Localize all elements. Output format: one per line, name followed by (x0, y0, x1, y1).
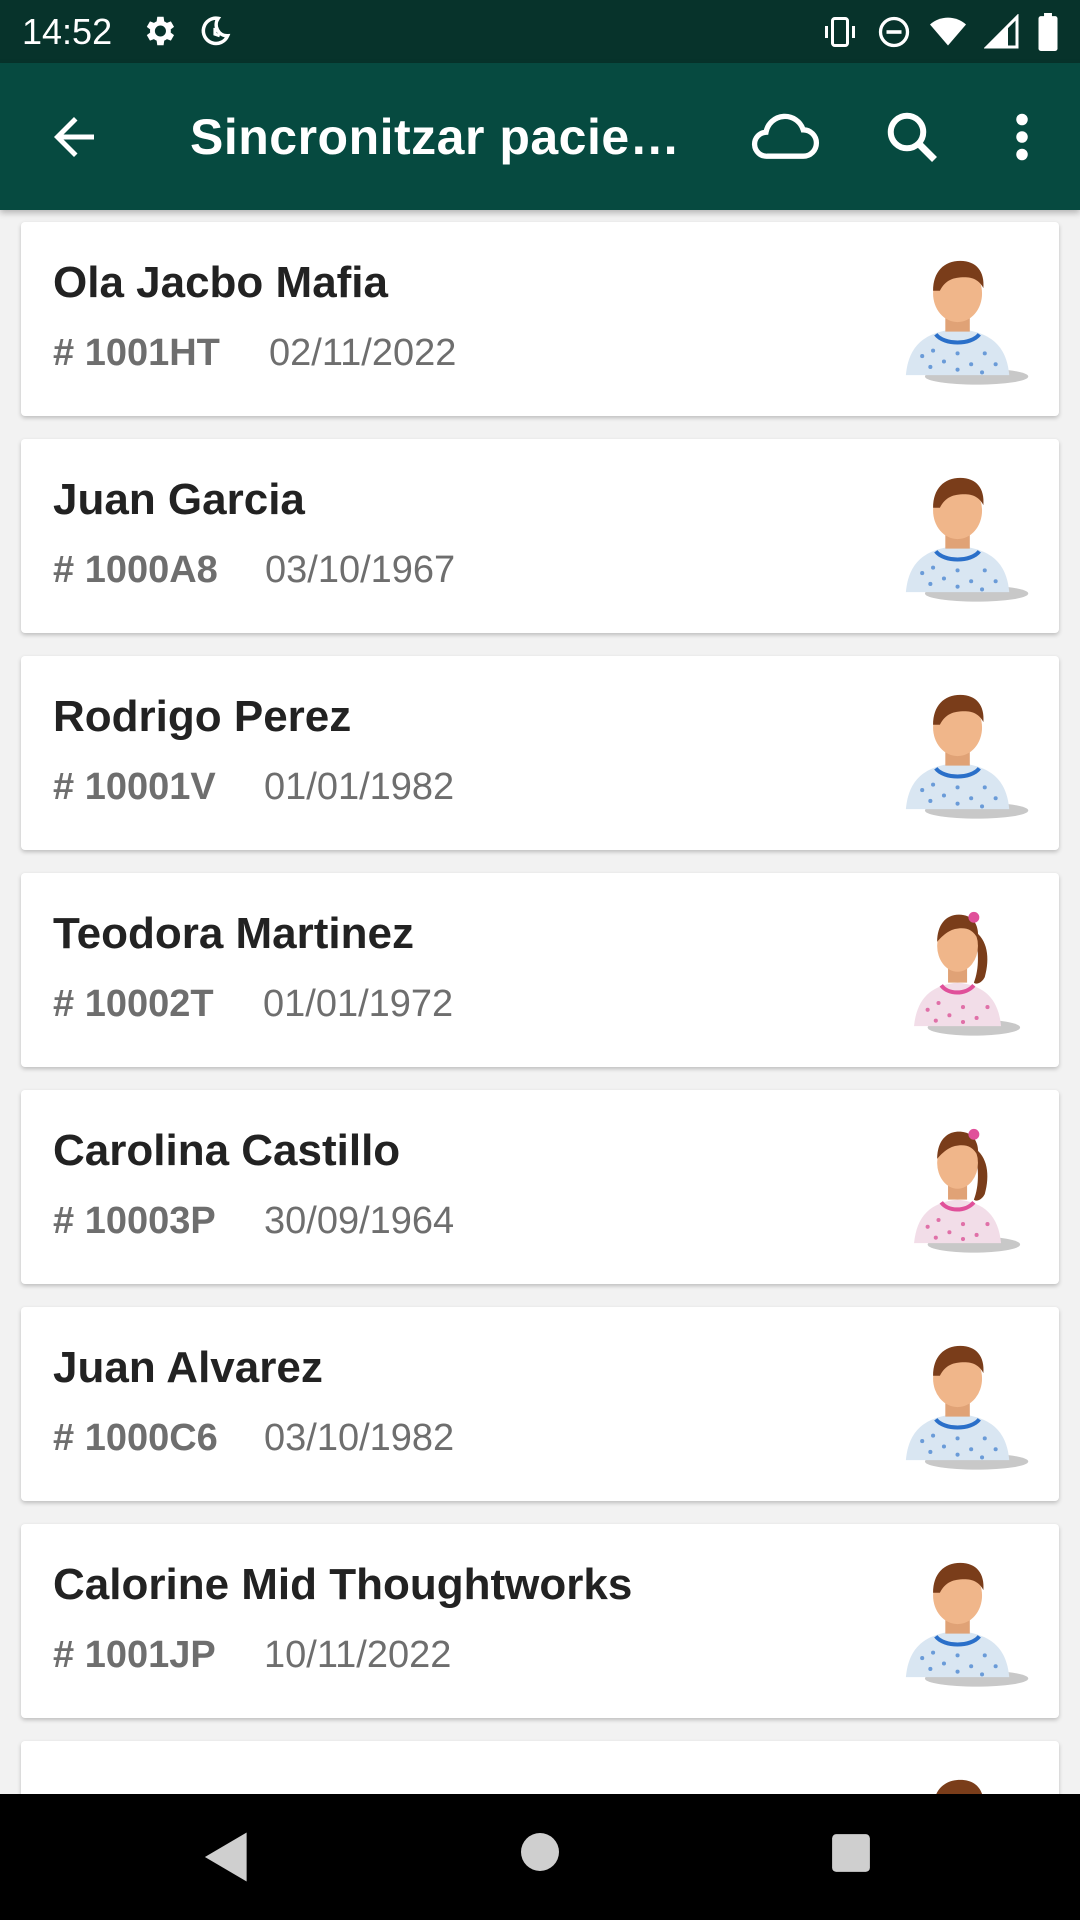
patient-date: 10/11/2022 (264, 1634, 452, 1676)
patient-name: Teodora Martinez (53, 909, 415, 958)
male-patient-icon (895, 250, 1031, 386)
patient-name: Calorine Mid Thoughtworks (53, 1560, 633, 1609)
patient-code: # 1001JP (53, 1634, 216, 1676)
nav-home-icon[interactable] (520, 1832, 560, 1872)
more-vertical-icon[interactable] (1000, 107, 1044, 167)
nav-back-icon[interactable] (202, 1830, 252, 1884)
signal-icon (984, 14, 1020, 50)
patient-name: Juan Garcia (53, 475, 305, 524)
female-patient-icon (895, 901, 1031, 1037)
patient-name: Ola Jacbo Mafia (53, 258, 389, 307)
status-time: 14:52 (22, 11, 113, 52)
patient-name: Carolina Castillo (53, 1126, 401, 1175)
nav-recents-icon[interactable] (830, 1832, 872, 1874)
male-patient-icon (895, 1335, 1031, 1471)
patient-date: 03/10/1982 (264, 1417, 455, 1459)
female-patient-icon (895, 1118, 1031, 1254)
patient-card[interactable]: Rodrigo Perez # 10001V 01/01/1982 (21, 656, 1059, 850)
patient-code: # 10002T (53, 983, 214, 1025)
male-patient-icon (895, 1552, 1031, 1688)
status-bar: 14:52 (0, 0, 1080, 63)
battery-icon (1036, 13, 1060, 51)
patient-name: Rodrigo Perez (53, 692, 352, 741)
patient-code: # 1000A8 (53, 549, 218, 591)
patient-code: # 10003P (53, 1200, 216, 1242)
do-not-disturb-icon (876, 14, 912, 50)
patient-date: 02/11/2022 (269, 332, 457, 374)
patient-date: 03/10/1967 (265, 549, 456, 591)
patient-card[interactable]: Teodora Martinez # 10002T 01/01/1972 (21, 873, 1059, 1067)
patient-card[interactable]: Carolina Castillo # 10003P 30/09/1964 (21, 1090, 1059, 1284)
male-patient-icon (895, 684, 1031, 820)
male-patient-icon (895, 1769, 1031, 1794)
patient-code: # 1000C6 (53, 1417, 218, 1459)
patient-list[interactable]: Ola Jacbo Mafia # 1001HT 02/11/2022 Juan… (0, 210, 1080, 1794)
back-arrow-icon[interactable] (44, 107, 104, 167)
patient-code: # 1001HT (53, 332, 220, 374)
page-title: Sincronitzar pacien… (190, 109, 710, 165)
patient-card[interactable]: Calorine Mid Thoughtworks # 1001JP 10/11… (21, 1524, 1059, 1718)
patient-card[interactable]: Juan Garcia # 1000A8 03/10/1967 (21, 439, 1059, 633)
vibrate-icon (820, 14, 860, 50)
patient-card[interactable]: Ola Jacbo Mafia # 1001HT 02/11/2022 (21, 222, 1059, 416)
search-icon[interactable] (882, 107, 942, 167)
app-bar: Sincronitzar pacien… (0, 63, 1080, 210)
patient-date: 01/01/1982 (264, 766, 455, 808)
system-nav-bar (0, 1794, 1080, 1920)
patient-code: # 10001V (53, 766, 216, 808)
patient-card[interactable] (21, 1741, 1059, 1794)
wifi-icon (928, 14, 968, 50)
male-patient-icon (895, 467, 1031, 603)
cloud-icon[interactable] (748, 107, 820, 167)
patient-date: 01/01/1972 (263, 983, 454, 1025)
patient-date: 30/09/1964 (264, 1200, 455, 1242)
patient-name: Juan Alvarez (53, 1343, 323, 1392)
gear-icon (140, 12, 178, 52)
patient-card[interactable]: Juan Alvarez # 1000C6 03/10/1982 (21, 1307, 1059, 1501)
moon-clock-icon (196, 12, 234, 52)
